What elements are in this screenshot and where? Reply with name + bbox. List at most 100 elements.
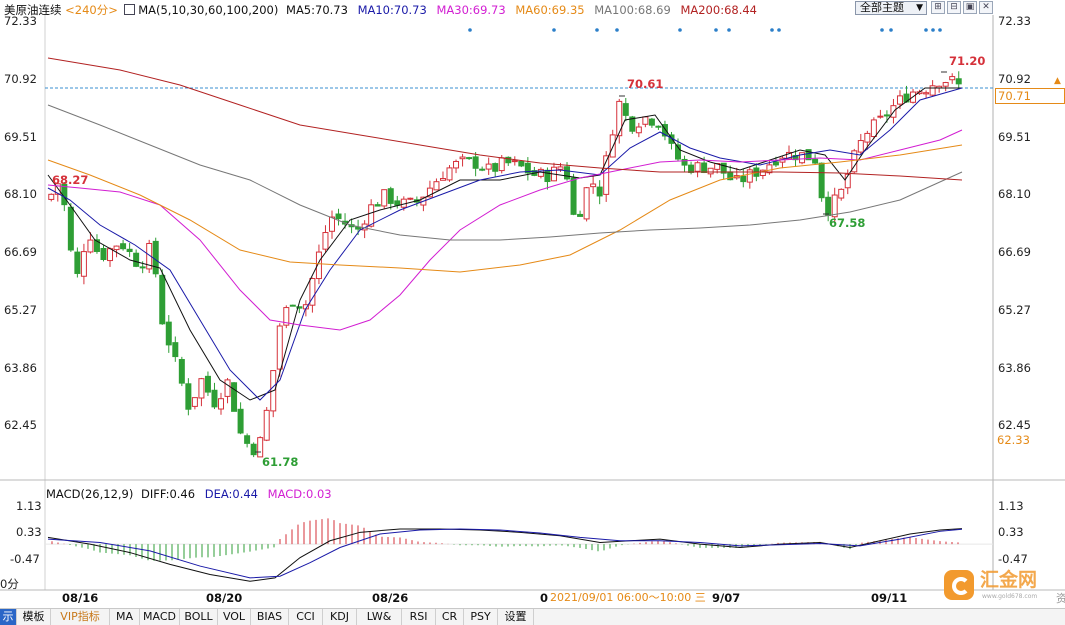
event-marker-dot bbox=[678, 28, 682, 32]
tab-vip-indicator[interactable]: VIP指标 bbox=[51, 609, 110, 625]
candle-down bbox=[133, 252, 140, 267]
macd-dea: DEA:0.44 bbox=[204, 487, 259, 501]
candle-up bbox=[511, 160, 518, 163]
event-marker-dot bbox=[727, 28, 731, 32]
candle-up bbox=[407, 197, 414, 200]
candle-up bbox=[80, 251, 87, 277]
candle-down bbox=[374, 204, 381, 207]
watermark: 汇金网 www.gold678.com bbox=[944, 568, 1054, 604]
date-tick: 0 bbox=[540, 591, 549, 605]
price-chart[interactable] bbox=[0, 0, 1065, 625]
tab-macd[interactable]: MACD bbox=[140, 609, 180, 625]
candle-up bbox=[485, 163, 492, 170]
tab-cr[interactable]: CR bbox=[436, 609, 464, 625]
candle-up bbox=[831, 194, 838, 218]
ma60-line bbox=[47, 144, 963, 273]
candle-down bbox=[100, 247, 107, 261]
tab-bias[interactable]: BIAS bbox=[251, 609, 289, 625]
candle-down bbox=[139, 266, 146, 269]
tab-kdj[interactable]: KDJ bbox=[323, 609, 357, 625]
candle-up bbox=[446, 167, 453, 181]
candle-up bbox=[257, 437, 264, 458]
candle-up bbox=[642, 116, 649, 125]
candle-up bbox=[923, 92, 930, 95]
candle-up bbox=[224, 379, 231, 397]
candle-up bbox=[328, 216, 335, 232]
candle-up bbox=[942, 82, 949, 87]
candle-down bbox=[159, 274, 166, 325]
candle-down bbox=[178, 359, 185, 384]
candle-down bbox=[518, 160, 525, 167]
candle-up bbox=[877, 115, 884, 118]
macd-tick: -0.47 bbox=[998, 552, 1028, 566]
candle-up bbox=[113, 245, 120, 251]
event-marker-dot bbox=[889, 28, 893, 32]
candle-up bbox=[707, 167, 714, 175]
macd-tick: -0.47 bbox=[10, 552, 40, 566]
candle-down bbox=[688, 164, 695, 173]
tab-lw[interactable]: LW& bbox=[357, 609, 402, 625]
candle-up bbox=[635, 126, 642, 134]
date-tick: 09/11 bbox=[871, 591, 908, 605]
tab-show[interactable]: 示 bbox=[0, 609, 17, 625]
candle-down bbox=[655, 125, 662, 128]
candle-down bbox=[244, 435, 251, 444]
ma10-line bbox=[47, 87, 963, 401]
macd-tick: 0.33 bbox=[16, 525, 42, 539]
candle-up bbox=[498, 157, 505, 172]
cursor-time-label: 2021/09/01 06:00～10:00 三 bbox=[549, 591, 707, 605]
tab-psy[interactable]: PSY bbox=[464, 609, 498, 625]
candle-down bbox=[231, 382, 238, 412]
tab-vol[interactable]: VOL bbox=[218, 609, 251, 625]
high-price-label: 71.20 bbox=[949, 54, 986, 68]
tab-ma[interactable]: MA bbox=[110, 609, 140, 625]
ma200-line bbox=[47, 57, 963, 181]
tab-boll[interactable]: BOLL bbox=[180, 609, 218, 625]
candle-up bbox=[583, 187, 590, 220]
macd-params[interactable]: MACD(26,12,9) bbox=[46, 487, 133, 501]
candle-up bbox=[557, 166, 564, 170]
candle-down bbox=[120, 243, 127, 250]
candle-down bbox=[237, 408, 244, 434]
candle-up bbox=[857, 140, 864, 153]
macd-legend: MACD(26,12,9) DIFF:0.46 DEA:0.44 MACD:0.… bbox=[46, 486, 332, 502]
candle-down bbox=[335, 213, 342, 220]
candle-up bbox=[870, 119, 877, 138]
event-marker-dot bbox=[924, 28, 928, 32]
candle-down bbox=[126, 248, 133, 253]
candle-up bbox=[48, 193, 55, 200]
candle-down bbox=[701, 162, 708, 174]
tab-template[interactable]: 模板 bbox=[17, 609, 51, 625]
candle-up bbox=[381, 189, 388, 207]
candle-down bbox=[472, 156, 479, 169]
candle-down bbox=[648, 118, 655, 126]
candle-up bbox=[929, 85, 936, 96]
candle-down bbox=[955, 78, 962, 85]
date-tick: 9/07 bbox=[712, 591, 741, 605]
candle-up bbox=[838, 188, 845, 199]
ma30-line bbox=[47, 129, 963, 331]
tab-rsi[interactable]: RSI bbox=[402, 609, 436, 625]
candle-up bbox=[191, 397, 198, 407]
candle-down bbox=[289, 304, 296, 307]
candle-down bbox=[250, 443, 257, 456]
candle-up bbox=[453, 160, 460, 169]
candle-up bbox=[322, 232, 329, 250]
edge-text: 资 bbox=[1056, 592, 1065, 605]
candle-up bbox=[616, 100, 623, 137]
macd-cut-tick: 0分 bbox=[0, 577, 19, 591]
candle-down bbox=[740, 175, 747, 183]
candle-down bbox=[466, 157, 473, 160]
candle-down bbox=[74, 251, 81, 274]
candle-down bbox=[387, 188, 394, 204]
candle-down bbox=[596, 186, 603, 197]
candle-up bbox=[368, 204, 375, 227]
candle-down bbox=[394, 200, 401, 206]
candle-down bbox=[825, 196, 832, 217]
peak-price-label: 70.61 bbox=[627, 77, 664, 91]
date-tick: 08/20 bbox=[206, 591, 243, 605]
date-tick: 08/26 bbox=[372, 591, 409, 605]
tab-cci[interactable]: CCI bbox=[289, 609, 323, 625]
tab-settings[interactable]: 设置 bbox=[498, 609, 534, 625]
watermark-brand: 汇金网 bbox=[980, 569, 1038, 591]
